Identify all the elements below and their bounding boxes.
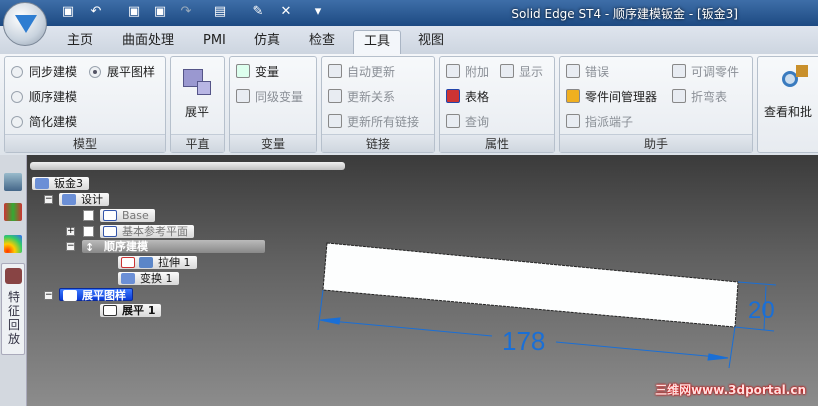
application-button[interactable] [3,2,47,46]
flat-pattern-part[interactable] [322,242,739,328]
watermark: 三维网www.3dportal.cn [655,383,806,397]
width-dimension-value: 20 [748,297,775,324]
length-dimension-value: 178 [502,326,545,356]
flat-pattern-drawing: 178 20 [317,242,777,369]
